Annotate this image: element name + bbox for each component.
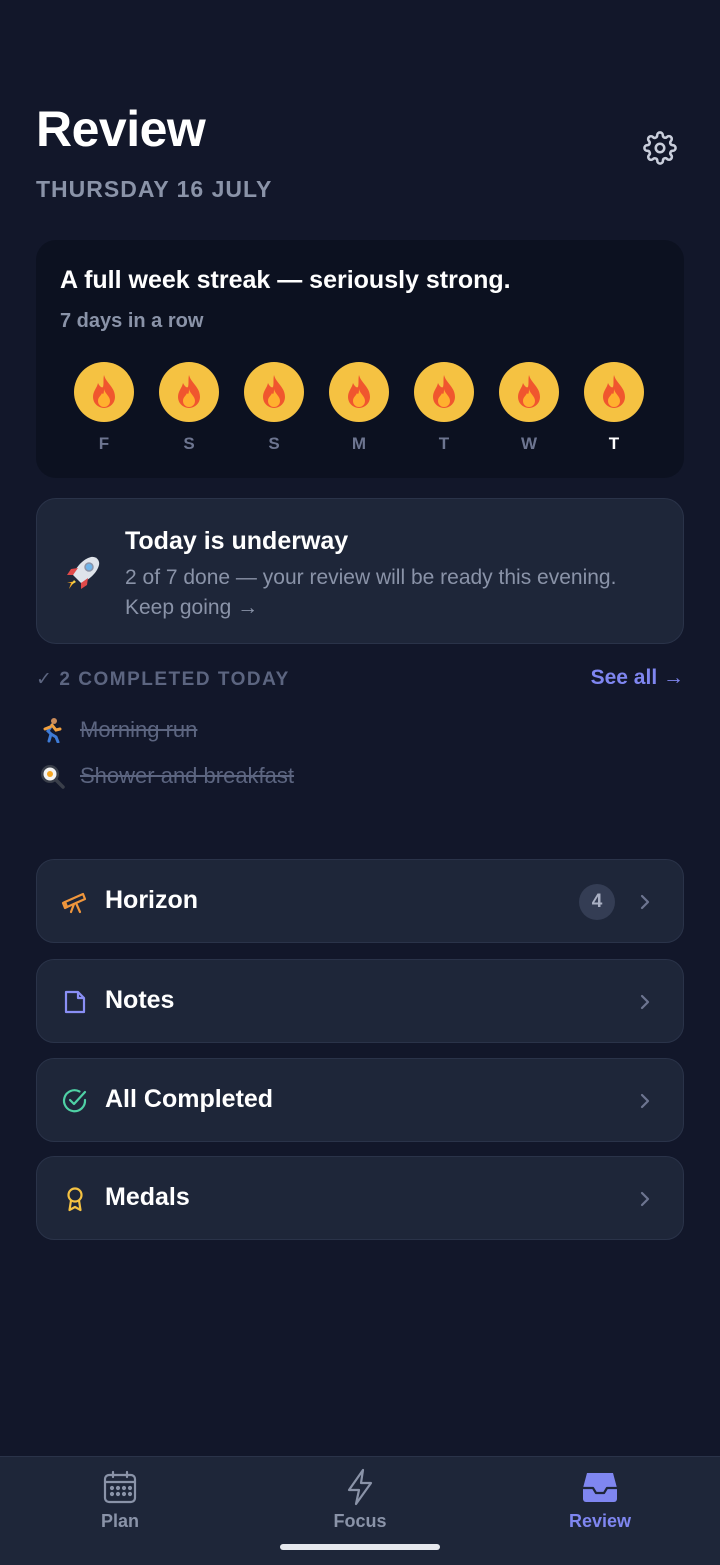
streak-day-letter: T (608, 434, 620, 453)
streak-day: F (74, 362, 134, 454)
see-all-link[interactable]: See all → (591, 666, 684, 690)
chevron-right-icon (640, 1093, 650, 1109)
menu-row-label: Medals (105, 1183, 190, 1211)
nav-tab-plan[interactable]: Plan (60, 1467, 180, 1532)
calendar-icon (103, 1470, 137, 1504)
note-icon (64, 990, 86, 1014)
streak-days: FSSMTWT (74, 362, 646, 462)
nav-tab-focus[interactable]: Focus (300, 1467, 420, 1532)
nav-label: Focus (333, 1511, 387, 1531)
streak-day: T (584, 362, 644, 454)
streak-subtitle: 7 days in a row (60, 310, 204, 332)
menu-row-all-completed[interactable]: All Completed (36, 1058, 684, 1142)
streak-day: S (244, 362, 304, 454)
completed-item-text: Morning run (80, 717, 198, 742)
check-circle-icon (62, 1089, 87, 1113)
menu-row-label: Horizon (105, 886, 199, 914)
telescope-icon (61, 892, 87, 914)
flame-icon (584, 362, 644, 422)
inbox-icon (583, 1473, 617, 1502)
streak-day: W (499, 362, 559, 454)
menu-row-notes[interactable]: Notes (36, 959, 684, 1043)
streak-day-letter: M (351, 434, 367, 453)
streak-day-letter: S (183, 434, 195, 453)
streak-day: S (159, 362, 219, 454)
rocket-icon (67, 556, 100, 589)
completed-today-text: 2 COMPLETED TODAY (59, 668, 290, 690)
runner-icon (38, 716, 66, 744)
flame-icon (414, 362, 474, 422)
menu-row-label: All Completed (105, 1085, 274, 1113)
streak-card: A full week streak — seriously strong. 7… (36, 240, 684, 478)
flame-icon (74, 362, 134, 422)
today-underway-card[interactable]: Today is underway 2 of 7 done — your rev… (36, 498, 684, 644)
nav-label: Review (568, 1511, 632, 1531)
chevron-right-icon (640, 894, 650, 910)
medal-icon (67, 1187, 83, 1212)
completed-item[interactable]: Shower and breakfast (38, 762, 294, 790)
menu-row-horizon[interactable]: Horizon 4 (36, 859, 684, 943)
flame-icon (499, 362, 559, 422)
flame-icon (329, 362, 389, 422)
menu-row-medals[interactable]: Medals (36, 1156, 684, 1240)
flame-icon (159, 362, 219, 422)
review-screen: Review THURSDAY 16 JULY A full week stre… (0, 0, 720, 1565)
completed-item-text: Shower and breakfast (80, 763, 295, 788)
chevron-right-icon (640, 1191, 650, 1207)
nav-tab-review[interactable]: Review (540, 1467, 660, 1532)
check-icon: ✓ (36, 669, 54, 690)
home-indicator[interactable] (280, 1544, 440, 1550)
streak-day-letter: S (268, 434, 280, 453)
completed-item[interactable]: Morning run (38, 716, 197, 744)
fried-egg-icon (38, 762, 66, 790)
streak-day-letter: W (520, 434, 538, 453)
settings-button[interactable] (640, 128, 680, 168)
page-title: Review (36, 101, 206, 157)
nav-label: Plan (100, 1511, 139, 1531)
lightning-icon (347, 1468, 373, 1506)
streak-day-letter: T (438, 434, 450, 453)
chevron-right-icon (640, 994, 650, 1010)
underway-title: Today is underway (125, 527, 349, 555)
streak-day: T (414, 362, 474, 454)
flame-icon (244, 362, 304, 422)
streak-day-letter: F (98, 434, 110, 453)
streak-title: A full week streak — seriously strong. (60, 266, 511, 294)
completed-today-label: ✓ 2 COMPLETED TODAY (36, 668, 290, 691)
underway-body: 2 of 7 done — your review will be ready … (125, 566, 617, 619)
gear-icon (643, 131, 677, 165)
page-date: THURSDAY 16 JULY (36, 176, 273, 202)
menu-row-label: Notes (105, 986, 175, 1014)
count-badge: 4 (579, 884, 615, 920)
streak-day: M (329, 362, 389, 454)
